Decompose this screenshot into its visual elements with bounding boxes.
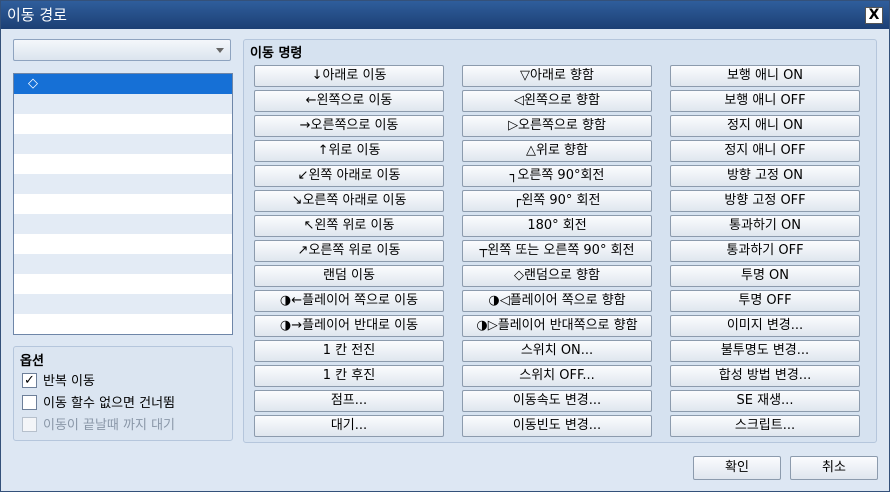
options-title: 옵션 — [20, 354, 44, 369]
route-list-item[interactable] — [14, 234, 232, 254]
command-button[interactable]: →오른쪽으로 이동 — [254, 115, 444, 137]
close-button[interactable]: X — [865, 7, 883, 24]
route-list-item[interactable] — [14, 194, 232, 214]
route-list-item[interactable] — [14, 274, 232, 294]
cancel-button[interactable]: 취소 — [790, 456, 878, 480]
command-button[interactable]: 투명 ON — [670, 265, 860, 287]
commands-group: 이동 명령 ↓아래로 이동 ←왼쪽으로 이동 →오른쪽으로 이동 ↑위로 이동 ↙왼쪽 … — [243, 39, 877, 443]
command-button[interactable]: ↗오른쪽 위로 이동 — [254, 240, 444, 262]
command-button[interactable]: 180° 회전 — [462, 215, 652, 237]
option-label: 반복 이동 — [43, 374, 95, 389]
option-wait: 이동이 끝날때 까지 대기 — [22, 417, 175, 435]
command-button[interactable]: 통과하기 OFF — [670, 240, 860, 262]
command-button[interactable]: ←왼쪽으로 이동 — [254, 90, 444, 112]
ok-button[interactable]: 확인 — [693, 456, 781, 480]
commands-title: 이동 명령 — [250, 46, 303, 61]
checkbox-icon[interactable]: ✓ — [22, 373, 37, 388]
command-button[interactable]: 스크립트... — [670, 415, 860, 437]
window-title: 이동 경로 — [7, 6, 67, 24]
command-button[interactable]: ▷오른쪽으로 향함 — [462, 115, 652, 137]
command-button[interactable]: 스위치 ON... — [462, 340, 652, 362]
command-button[interactable]: ┐오른쪽 90°회전 — [462, 165, 652, 187]
command-button[interactable]: △위로 향함 — [462, 140, 652, 162]
command-button[interactable]: 스위치 OFF... — [462, 365, 652, 387]
command-button[interactable]: ◑◁플레이어 쪽으로 향함 — [462, 290, 652, 312]
command-button[interactable]: ◑▷플레이어 반대쪽으로 향함 — [462, 315, 652, 337]
options-group: 옵션 ✓ 반복 이동 이동 할수 없으면 건너뜀 이동이 끝날때 까지 대기 — [13, 346, 233, 441]
checkbox-icon — [22, 417, 37, 432]
command-button[interactable]: ◑→플레이어 반대로 이동 — [254, 315, 444, 337]
command-button[interactable]: ↘오른쪽 아래로 이동 — [254, 190, 444, 212]
route-list-item[interactable] — [14, 134, 232, 154]
route-list-item[interactable] — [14, 94, 232, 114]
route-list-item[interactable] — [14, 314, 232, 334]
title-bar: 이동 경로 X — [1, 1, 889, 29]
chevron-down-icon — [216, 48, 224, 53]
command-button[interactable]: ▽아래로 향함 — [462, 65, 652, 87]
command-button[interactable]: 랜덤 이동 — [254, 265, 444, 287]
route-list-item[interactable] — [14, 154, 232, 174]
command-button[interactable]: 정지 애니 ON — [670, 115, 860, 137]
route-list-item[interactable] — [14, 114, 232, 134]
command-button[interactable]: 투명 OFF — [670, 290, 860, 312]
command-button[interactable]: 1 칸 후진 — [254, 365, 444, 387]
command-button[interactable]: 이동속도 변경... — [462, 390, 652, 412]
route-list-item[interactable] — [14, 214, 232, 234]
route-list-item-selected[interactable]: ◇ — [14, 74, 232, 94]
command-button[interactable]: 보행 애니 ON — [670, 65, 860, 87]
command-button[interactable]: 방향 고정 OFF — [670, 190, 860, 212]
command-button[interactable]: ┬왼쪽 또는 오른쪽 90° 회전 — [462, 240, 652, 262]
command-button[interactable]: 1 칸 전진 — [254, 340, 444, 362]
option-label: 이동이 끝날때 까지 대기 — [43, 418, 175, 433]
command-button[interactable]: 이동빈도 변경... — [462, 415, 652, 437]
command-button[interactable]: ↑위로 이동 — [254, 140, 444, 162]
target-combo[interactable] — [13, 39, 231, 61]
command-button[interactable]: ↓아래로 이동 — [254, 65, 444, 87]
option-repeat[interactable]: ✓ 반복 이동 — [22, 373, 95, 391]
command-button[interactable]: 정지 애니 OFF — [670, 140, 860, 162]
option-skip[interactable]: 이동 할수 없으면 건너뜀 — [22, 395, 175, 413]
command-button[interactable]: 불투명도 변경... — [670, 340, 860, 362]
command-button[interactable]: SE 재생... — [670, 390, 860, 412]
command-button[interactable]: 보행 애니 OFF — [670, 90, 860, 112]
move-route-dialog: 이동 경로 X ◇ 옵션 ✓ 반복 이동 이동 할수 없으면 건너뜀 이동이 끝날… — [0, 0, 890, 492]
command-button[interactable]: 대기... — [254, 415, 444, 437]
command-button[interactable]: ◑←플레이어 쪽으로 이동 — [254, 290, 444, 312]
route-list-item[interactable] — [14, 254, 232, 274]
route-list-item[interactable] — [14, 294, 232, 314]
command-button[interactable]: 점프... — [254, 390, 444, 412]
command-button[interactable]: 이미지 변경... — [670, 315, 860, 337]
command-button[interactable]: ↖왼쪽 위로 이동 — [254, 215, 444, 237]
command-button[interactable]: ↙왼쪽 아래로 이동 — [254, 165, 444, 187]
command-button[interactable]: 합성 방법 변경... — [670, 365, 860, 387]
route-list-item[interactable] — [14, 174, 232, 194]
command-button[interactable]: 통과하기 ON — [670, 215, 860, 237]
option-label: 이동 할수 없으면 건너뜀 — [43, 396, 175, 411]
command-button[interactable]: ◁왼쪽으로 향함 — [462, 90, 652, 112]
route-list[interactable]: ◇ — [13, 73, 233, 335]
command-button[interactable]: ┌왼쪽 90° 회전 — [462, 190, 652, 212]
command-button[interactable]: 방향 고정 ON — [670, 165, 860, 187]
command-button[interactable]: ◇랜덤으로 향함 — [462, 265, 652, 287]
checkbox-icon[interactable] — [22, 395, 37, 410]
